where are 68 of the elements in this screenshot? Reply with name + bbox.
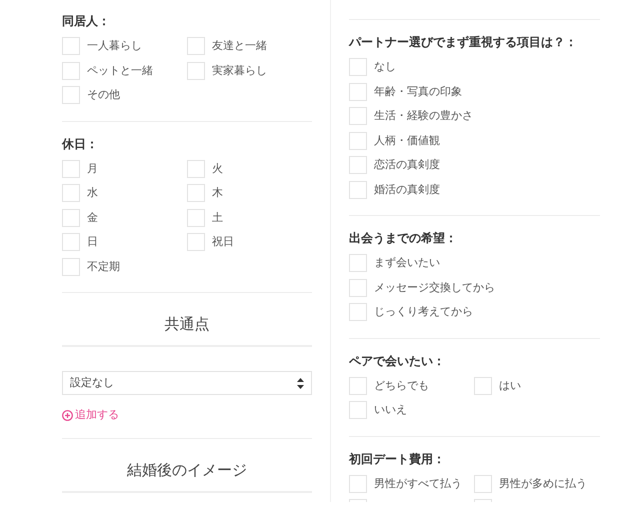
checkbox-label: どちらでも — [374, 378, 429, 394]
checkbox-label: 一人暮らし — [87, 39, 142, 54]
checkbox[interactable] — [349, 107, 367, 126]
checkbox-label: 金 — [87, 210, 98, 226]
checkbox-label: 月 — [87, 162, 98, 176]
checkbox[interactable] — [349, 376, 367, 395]
group-label: ペアで会いたい： — [349, 352, 446, 370]
checkbox-label: 男性がすべて払う — [374, 476, 462, 492]
checkbox-label: まず会いたい — [374, 256, 440, 271]
group-label: パートナー選びでまず重視する項目は？： — [349, 34, 578, 51]
checkbox-label: 日 — [87, 235, 98, 250]
checkbox-label: 祝日 — [212, 235, 234, 250]
group-label: 初回デート費用： — [349, 450, 446, 468]
checkbox-label: 恋活の真剣度 — [374, 158, 440, 173]
group-label: 休日： — [62, 136, 99, 152]
checkbox[interactable] — [187, 208, 205, 227]
checkbox-label: 土 — [212, 210, 223, 226]
checkbox-label: メッセージ交換してから — [374, 280, 495, 296]
checkbox[interactable] — [187, 233, 205, 252]
checkbox[interactable] — [62, 62, 80, 80]
checkbox[interactable] — [349, 156, 367, 174]
checkbox[interactable] — [62, 258, 80, 276]
add-link[interactable]: 追加する — [62, 407, 119, 424]
checkbox-label: 年齢・写真の印象 — [374, 84, 462, 100]
checkbox[interactable] — [187, 62, 205, 80]
checkbox-label: 火 — [212, 162, 223, 176]
group-label: 出会うまでの希望： — [349, 230, 458, 247]
checkbox-label: 不定期 — [87, 260, 120, 274]
checkbox[interactable] — [349, 132, 367, 150]
checkbox-label: はい — [499, 378, 521, 394]
checkbox-label: 生活・経験の豊かさ — [374, 109, 473, 124]
checkbox-label: 実家暮らし — [212, 64, 267, 78]
checkbox[interactable] — [474, 376, 492, 395]
checkbox[interactable] — [349, 278, 367, 297]
checkbox-label: 婚活の真剣度 — [374, 182, 440, 198]
checkbox[interactable] — [349, 180, 367, 199]
checkbox[interactable] — [62, 208, 80, 227]
checkbox[interactable] — [349, 474, 367, 493]
checkbox-label: 男性が多めに払う — [499, 476, 587, 492]
checkbox[interactable] — [187, 160, 205, 178]
checkbox-label: ペットと一緒 — [87, 64, 153, 78]
checkbox[interactable] — [62, 184, 80, 202]
checkbox[interactable] — [62, 37, 80, 56]
checkbox[interactable] — [62, 86, 80, 104]
checkbox[interactable] — [349, 401, 367, 420]
section-heading: 結婚後のイメージ — [127, 460, 247, 480]
checkbox-label: 友達と一緒 — [212, 39, 267, 54]
checkbox-label: じっくり考えてから — [374, 305, 473, 320]
checkbox[interactable] — [474, 474, 492, 493]
section-heading: 共通点 — [164, 315, 210, 335]
checkbox-label: いいえ — [374, 403, 407, 418]
checkbox[interactable] — [349, 82, 367, 101]
checkbox-label: その他 — [87, 88, 120, 103]
checkbox[interactable] — [187, 184, 205, 202]
checkbox-label: 水 — [87, 186, 98, 201]
checkbox[interactable] — [349, 303, 367, 322]
plus-circle-icon — [62, 410, 73, 421]
checkbox[interactable] — [187, 37, 205, 56]
checkbox-label: 木 — [212, 186, 223, 201]
checkbox[interactable] — [62, 233, 80, 252]
group-label: 同居人： — [62, 13, 111, 30]
checkbox-label: なし — [374, 60, 396, 75]
checkbox[interactable] — [349, 58, 367, 76]
select-field[interactable]: 設定なし — [62, 371, 312, 395]
sort-arrows-icon — [297, 378, 304, 388]
checkbox[interactable] — [62, 160, 80, 178]
checkbox-label: 人柄・価値観 — [374, 134, 440, 148]
checkbox[interactable] — [349, 254, 367, 272]
